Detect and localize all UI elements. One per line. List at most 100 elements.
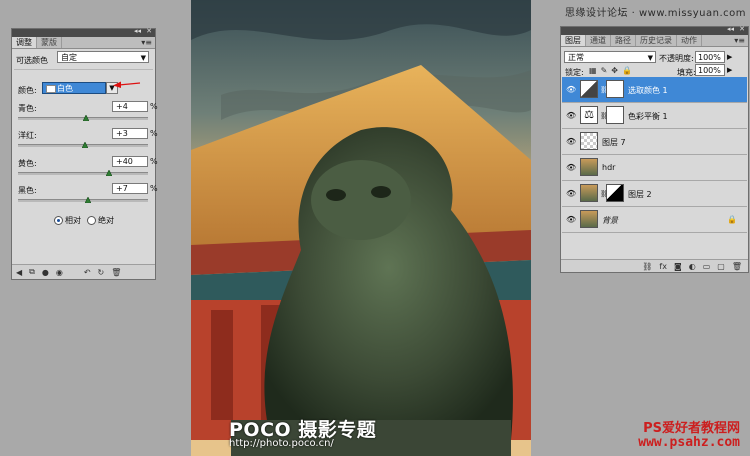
forbidden-city-lion-image bbox=[191, 0, 531, 456]
opacity-input[interactable]: 100% bbox=[695, 51, 725, 63]
panel-menu-icon[interactable]: ▾≡ bbox=[734, 35, 745, 46]
eye-icon[interactable]: 👁 bbox=[566, 85, 576, 94]
layer-name: 色彩平衡 1 bbox=[628, 112, 668, 121]
view-previous-icon[interactable]: ↶ bbox=[84, 268, 91, 277]
eye-icon[interactable]: 👁 bbox=[566, 215, 576, 224]
blend-mode-select[interactable]: 正常 ▼ bbox=[564, 51, 656, 63]
fx-icon[interactable]: fx bbox=[659, 262, 667, 271]
eye-icon[interactable]: ◉ bbox=[56, 268, 63, 277]
eye-icon[interactable]: 👁 bbox=[566, 137, 576, 146]
tab-adjustments[interactable]: 调整 bbox=[12, 37, 37, 48]
slider-label: 黑色: bbox=[18, 186, 37, 195]
slider-value-input[interactable]: +40 bbox=[112, 156, 148, 167]
slider-label: 黄色: bbox=[18, 159, 37, 168]
panel-titlebar[interactable]: ◂◂ ✕ bbox=[12, 27, 155, 37]
adjustment-type-label: 可选颜色 bbox=[16, 56, 48, 65]
add-mask-icon[interactable]: ◙ bbox=[674, 262, 682, 271]
radio-relative[interactable]: 相对 bbox=[54, 215, 81, 226]
fill-input[interactable]: 100% bbox=[695, 64, 725, 76]
opacity-label: 不透明度: bbox=[659, 54, 694, 63]
layer-row-selective-color[interactable]: 👁 ⛓ 选取颜色 1 bbox=[562, 77, 747, 103]
link-layers-icon[interactable]: ⛓ bbox=[642, 262, 652, 271]
mask-thumbnail bbox=[606, 106, 624, 124]
color-select[interactable]: 白色 bbox=[42, 82, 106, 94]
slider-thumb[interactable] bbox=[82, 115, 89, 121]
reset-icon[interactable]: ↻ bbox=[98, 268, 105, 277]
slider-yellow: 黄色: +40 % bbox=[18, 156, 158, 182]
tab-masks[interactable]: 蒙版 bbox=[37, 37, 62, 48]
percent-unit: % bbox=[150, 184, 158, 193]
tab-paths[interactable]: 路径 bbox=[611, 35, 636, 46]
slider-thumb[interactable] bbox=[106, 170, 112, 176]
poco-url: http://photo.poco.cn/ bbox=[229, 438, 334, 449]
watermark-bottom-url: www.psahz.com bbox=[638, 435, 740, 450]
layer-thumbnail bbox=[580, 210, 598, 228]
tab-actions[interactable]: 动作 bbox=[677, 35, 702, 46]
tab-layers[interactable]: 图层 bbox=[561, 35, 586, 46]
new-layer-icon[interactable]: ▢ bbox=[717, 262, 725, 271]
layer-thumbnail bbox=[580, 132, 598, 150]
trash-icon[interactable]: 🗑 bbox=[732, 262, 742, 271]
divider bbox=[14, 69, 153, 70]
slider-thumb[interactable] bbox=[84, 197, 91, 203]
chevron-down-icon: ▼ bbox=[647, 54, 653, 62]
slider-thumb[interactable] bbox=[81, 142, 88, 148]
layers-tabs: 图层 通道 路径 历史记录 动作 ▾≡ bbox=[561, 35, 748, 47]
lock-transparency-icon[interactable]: ▦ bbox=[589, 66, 597, 75]
slider-value-input[interactable]: +4 bbox=[112, 101, 148, 112]
layer-row-layer2[interactable]: 👁 ⛓ 图层 2 bbox=[562, 181, 747, 207]
layer-list: 👁 ⛓ 选取颜色 1 👁 ⚖ ⛓ 色彩平衡 1 👁 图层 7 👁 hdr 👁 ⛓ bbox=[562, 77, 747, 233]
radio-absolute[interactable]: 绝对 bbox=[87, 215, 114, 226]
layer-name: 选取颜色 1 bbox=[628, 86, 668, 95]
radio-label: 相对 bbox=[65, 216, 81, 225]
layer-name: 背景 bbox=[602, 216, 618, 225]
layer-row-background[interactable]: 👁 背景 🔒 bbox=[562, 207, 747, 233]
close-icon[interactable]: ✕ bbox=[739, 25, 745, 33]
back-arrow-icon[interactable]: ◀ bbox=[16, 268, 22, 277]
slider-track[interactable] bbox=[18, 199, 148, 202]
panel-titlebar[interactable]: ◂◂ ✕ bbox=[561, 25, 748, 35]
slider-track[interactable] bbox=[18, 172, 148, 175]
color-value: 白色 bbox=[57, 84, 73, 93]
adjustment-layer-icon[interactable]: ◐ bbox=[689, 262, 696, 271]
watermark-bottom-title: PS爱好者教程网 bbox=[643, 421, 740, 436]
mask-thumbnail bbox=[606, 80, 624, 98]
lock-all-icon[interactable]: 🔒 bbox=[622, 66, 632, 75]
blend-mode-value: 正常 bbox=[568, 53, 584, 62]
lock-options: ▦ ✎ ✥ 🔒 bbox=[589, 66, 632, 75]
watermark-top: 思缘设计论坛 · www.missyuan.com bbox=[564, 8, 746, 19]
eye-icon[interactable]: 👁 bbox=[566, 189, 576, 198]
layer-name: hdr bbox=[602, 163, 616, 172]
panel-menu-icon[interactable]: ▾≡ bbox=[141, 37, 152, 48]
preset-select[interactable]: 自定 ▼ bbox=[57, 51, 149, 63]
slider-black: 黑色: +7 % bbox=[18, 183, 158, 209]
layer-name: 图层 2 bbox=[628, 190, 652, 199]
layer-row-hdr[interactable]: 👁 hdr bbox=[562, 155, 747, 181]
fill-dropdown-icon[interactable]: ▶ bbox=[727, 66, 732, 74]
visibility-toggle-icon[interactable]: ● bbox=[42, 268, 49, 277]
collapse-icon[interactable]: ◂◂ bbox=[134, 27, 141, 35]
lock-pixels-icon[interactable]: ✎ bbox=[601, 66, 608, 75]
radio-button-icon bbox=[54, 216, 63, 225]
preset-value: 自定 bbox=[61, 53, 77, 62]
tab-channels[interactable]: 通道 bbox=[586, 35, 611, 46]
adjustments-tabs: 调整 蒙版 ▾≡ bbox=[12, 37, 155, 49]
lock-position-icon[interactable]: ✥ bbox=[611, 66, 618, 75]
layer-row-layer7[interactable]: 👁 图层 7 bbox=[562, 129, 747, 155]
tab-history[interactable]: 历史记录 bbox=[636, 35, 677, 46]
slider-value-input[interactable]: +3 bbox=[112, 128, 148, 139]
opacity-dropdown-icon[interactable]: ▶ bbox=[727, 53, 732, 61]
layer-thumbnail bbox=[580, 184, 598, 202]
radio-label: 绝对 bbox=[98, 216, 114, 225]
eye-icon[interactable]: 👁 bbox=[566, 163, 576, 172]
slider-value-input[interactable]: +7 bbox=[112, 183, 148, 194]
collapse-icon[interactable]: ◂◂ bbox=[727, 25, 734, 33]
annotation-arrow-icon bbox=[113, 81, 141, 88]
layer-row-color-balance[interactable]: 👁 ⚖ ⛓ 色彩平衡 1 bbox=[562, 103, 747, 129]
trash-icon[interactable]: 🗑 bbox=[111, 268, 121, 277]
clip-layer-icon[interactable]: ⧉ bbox=[29, 267, 35, 277]
new-group-icon[interactable]: ▭ bbox=[703, 262, 711, 271]
eye-icon[interactable]: 👁 bbox=[566, 111, 576, 120]
percent-unit: % bbox=[150, 157, 158, 166]
close-icon[interactable]: ✕ bbox=[146, 27, 152, 35]
